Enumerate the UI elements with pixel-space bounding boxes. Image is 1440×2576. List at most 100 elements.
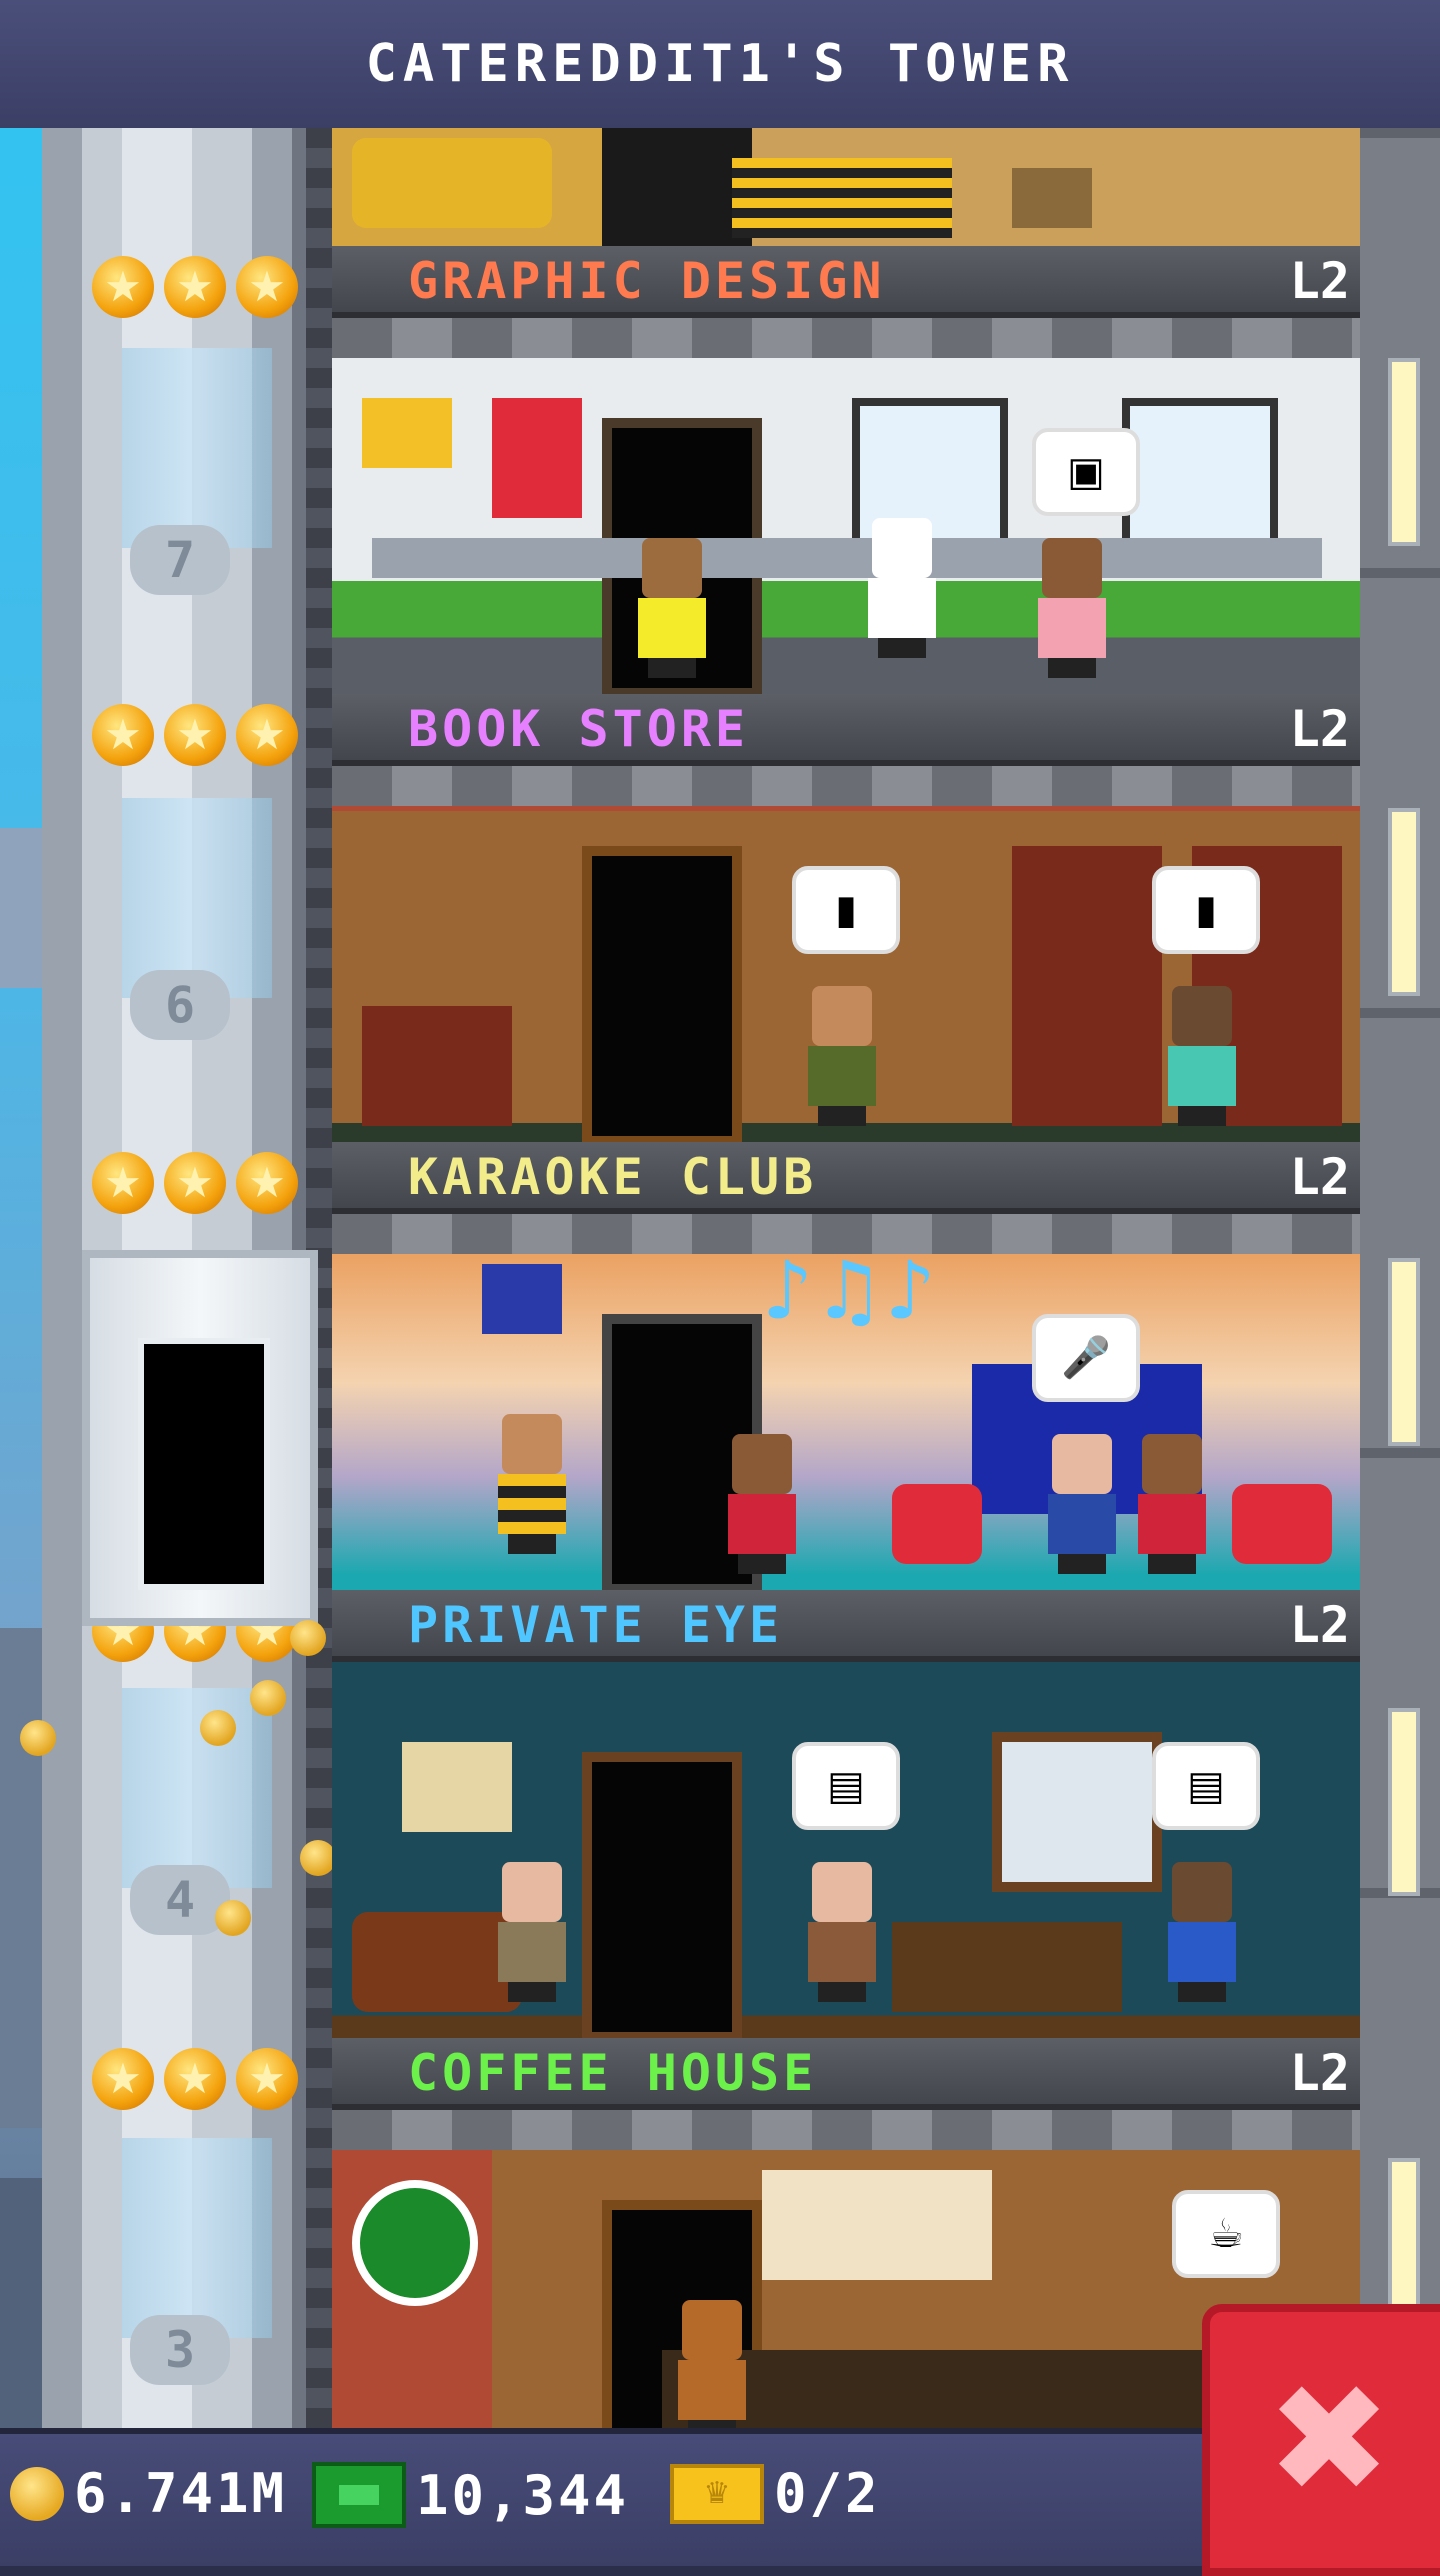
- wall-screen: [482, 1264, 562, 1334]
- thought-bubble[interactable]: ▤: [1152, 1742, 1260, 1830]
- floor-name: PRIVATE EYE: [408, 1596, 784, 1654]
- tickets-value: 0/2: [774, 2462, 881, 2525]
- tower-title: CATEREDDIT1'S TOWER: [365, 34, 1075, 94]
- window: [1122, 398, 1278, 554]
- coin-particle: [290, 1620, 326, 1656]
- resident[interactable]: [632, 538, 712, 678]
- floor-number-4: 4: [130, 1865, 230, 1935]
- coin-particle: [250, 1680, 286, 1716]
- floor-header: COFFEE HOUSE L2: [332, 2038, 1360, 2110]
- coin-particle: [215, 1900, 251, 1936]
- coin-particle: [20, 1720, 56, 1756]
- floor-partial-top[interactable]: [332, 128, 1360, 246]
- resident[interactable]: [802, 986, 882, 1126]
- star-icon: ★: [92, 1152, 154, 1214]
- poster: [362, 398, 452, 468]
- thought-bubble[interactable]: ▣: [1032, 428, 1140, 516]
- desk: [892, 1922, 1122, 2012]
- star-icon: ★: [164, 704, 226, 766]
- resident[interactable]: [862, 518, 942, 658]
- resident[interactable]: [802, 1862, 882, 2002]
- star-icon: ★: [164, 1152, 226, 1214]
- star-icon: ★: [236, 1152, 298, 1214]
- star-icon: ★: [164, 256, 226, 318]
- coin-icon: [10, 2466, 64, 2521]
- floor-name: GRAPHIC DESIGN: [408, 252, 886, 310]
- resident[interactable]: [1132, 1434, 1212, 1574]
- sky-background: [0, 128, 42, 2428]
- bux-icon: [312, 2462, 406, 2528]
- coin-particle: [300, 1840, 336, 1876]
- coin-particle: [200, 1710, 236, 1746]
- tickets-counter[interactable]: ♛ 0/2: [670, 2462, 881, 2525]
- bux-value: 10,344: [416, 2463, 630, 2527]
- tower-title-bar: CATEREDDIT1'S TOWER: [0, 0, 1440, 134]
- floor-book-store[interactable]: BOOK STORE L2 ▮ ▮: [332, 694, 1360, 1142]
- star-icon: ★: [236, 256, 298, 318]
- ticket-icon: ♛: [670, 2463, 764, 2524]
- red-chair: [892, 1484, 982, 1564]
- coins-value: 6.741M: [74, 2462, 288, 2525]
- floor-level: L2: [1289, 1148, 1350, 1206]
- floor-stars-coffee-house: ★ ★ ★: [92, 2048, 298, 2110]
- floor-name: KARAOKE CLUB: [408, 1148, 818, 1206]
- floor-name: COFFEE HOUSE: [408, 2044, 818, 2102]
- star-icon: ★: [92, 2048, 154, 2110]
- star-icon: ★: [236, 2048, 298, 2110]
- elevator-door: [138, 1338, 270, 1590]
- floor-level: L2: [1289, 2044, 1350, 2102]
- bee-residents: [732, 158, 952, 238]
- resident[interactable]: [1032, 538, 1112, 678]
- red-chair: [1232, 1484, 1332, 1564]
- music-notes-icon: ♪♫♪: [762, 1244, 936, 1337]
- resident[interactable]: [1042, 1434, 1122, 1574]
- floor-number-6: 6: [130, 970, 230, 1040]
- notice-board: [402, 1742, 512, 1832]
- floor-header: KARAOKE CLUB L2: [332, 1142, 1360, 1214]
- floor-header: BOOK STORE L2: [332, 694, 1360, 766]
- floor-number-7: 7: [130, 525, 230, 595]
- thought-bubble[interactable]: ▮: [1152, 866, 1260, 954]
- floor-karaoke-club[interactable]: KARAOKE CLUB L2 ♪♫♪ 🎤: [332, 1142, 1360, 1590]
- close-icon: ✖: [1266, 2353, 1392, 2527]
- star-icon: ★: [92, 256, 154, 318]
- sofa: [352, 138, 552, 228]
- floor-level: L2: [1289, 700, 1350, 758]
- floor-header: GRAPHIC DESIGN L2: [332, 246, 1360, 318]
- bux-counter[interactable]: 10,344: [312, 2462, 629, 2528]
- floor-private-eye[interactable]: PRIVATE EYE L2 ▤ ▤: [332, 1590, 1360, 2038]
- floor-number-3: 3: [130, 2315, 230, 2385]
- thought-bubble[interactable]: ▮: [792, 866, 900, 954]
- book-shelf: [1012, 846, 1162, 1126]
- resident-bear[interactable]: [672, 2300, 752, 2428]
- close-button[interactable]: ✖: [1202, 2304, 1440, 2576]
- floor-level: L2: [1289, 252, 1350, 310]
- coins-counter[interactable]: 6.741M: [10, 2462, 287, 2525]
- resident[interactable]: [722, 1434, 802, 1574]
- coffee-logo: [352, 2180, 478, 2306]
- elevator-car[interactable]: [82, 1250, 318, 1626]
- star-icon: ★: [236, 704, 298, 766]
- thought-bubble[interactable]: 🎤: [1032, 1314, 1140, 1402]
- resident[interactable]: [1162, 986, 1242, 1126]
- floor-graphic-design[interactable]: GRAPHIC DESIGN L2 ▣: [332, 246, 1360, 694]
- star-icon: ★: [164, 2048, 226, 2110]
- resident-bee-costume[interactable]: [492, 1414, 572, 1554]
- menu-board: [762, 2170, 992, 2280]
- floor-stars-book-store: ★ ★ ★: [92, 704, 298, 766]
- tower-right-wall: [1360, 128, 1440, 2428]
- window: [992, 1732, 1162, 1892]
- star-icon: ★: [92, 704, 154, 766]
- floor-header: PRIVATE EYE L2: [332, 1590, 1360, 1662]
- book-shelf: [362, 1006, 512, 1126]
- room-door: [582, 846, 742, 1142]
- thought-bubble[interactable]: ▤: [792, 1742, 900, 1830]
- thought-bubble[interactable]: ☕: [1172, 2190, 1280, 2278]
- resident-detective[interactable]: [492, 1862, 572, 2002]
- floor-name: BOOK STORE: [408, 700, 750, 758]
- plant: [1012, 168, 1092, 228]
- resident[interactable]: [1162, 1862, 1242, 2002]
- desk-row: [372, 538, 1322, 578]
- floor-level: L2: [1289, 1596, 1350, 1654]
- floor-stars-graphic-design: ★ ★ ★: [92, 256, 298, 318]
